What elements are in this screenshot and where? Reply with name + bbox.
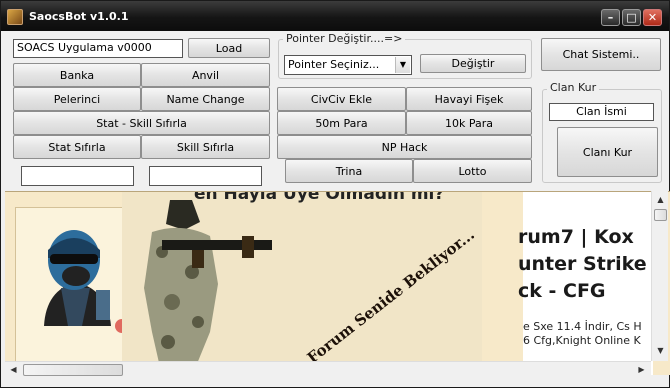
fisek-button[interactable]: Havayi Fişek xyxy=(406,87,532,111)
web-banner: en Hayla Üye Olmadın mı? a Forum Senide … xyxy=(122,192,482,375)
civciv-button[interactable]: CivCiv Ekle xyxy=(277,87,406,111)
anvil-button[interactable]: Anvil xyxy=(141,63,270,87)
para-10k-button[interactable]: 10k Para xyxy=(406,111,532,135)
scroll-up-icon[interactable]: ▲ xyxy=(653,192,668,207)
app-icon xyxy=(7,9,23,25)
vertical-scroll-thumb[interactable] xyxy=(654,209,667,221)
close-button[interactable]: ✕ xyxy=(643,9,662,26)
forum-subtitle: e Sxe 11.4 İndir, Cs H 6 Cfg,Knight Onli… xyxy=(523,320,642,348)
maximize-button[interactable]: □ xyxy=(622,9,641,26)
title-bar: SaocsBot v1.0.1 – □ ✕ xyxy=(1,1,669,31)
banka-button[interactable]: Banka xyxy=(13,63,141,87)
app-name-field[interactable]: SOACS Uygulama v0000 xyxy=(13,39,183,58)
name-change-button[interactable]: Name Change xyxy=(141,87,270,111)
skill-reset-button[interactable]: Skill Sıfırla xyxy=(141,135,270,159)
forum-title: rum7 | Kox unter Strike ck - CFG xyxy=(518,224,647,305)
scroll-down-icon[interactable]: ▼ xyxy=(653,343,668,358)
banner-diagonal-text: a Forum Senide Bekliyor... xyxy=(292,225,478,375)
soldier-image xyxy=(144,200,272,375)
chat-system-button[interactable]: Chat Sistemi.. xyxy=(541,38,661,71)
forum-subtitle-line: e Sxe 11.4 İndir, Cs H xyxy=(523,320,642,333)
input-field-1[interactable] xyxy=(21,166,134,186)
scroll-right-icon[interactable]: ▶ xyxy=(634,362,649,377)
load-button[interactable]: Load xyxy=(188,38,270,58)
pointer-select[interactable]: Pointer Seçiniz... ▼ xyxy=(284,55,412,75)
web-view[interactable]: en Hayla Üye Olmadın mı? a Forum Senide … xyxy=(5,191,670,375)
stat-skill-reset-button[interactable]: Stat - Skill Sıfırla xyxy=(13,111,270,135)
clan-name-field[interactable]: Clan İsmi xyxy=(549,103,654,121)
create-clan-button[interactable]: Clanı Kur xyxy=(557,127,658,177)
forum-title-line: ck - CFG xyxy=(518,280,606,302)
avatar-icon xyxy=(44,230,129,333)
stat-reset-button[interactable]: Stat Sıfırla xyxy=(13,135,141,159)
forum-title-line: unter Strike xyxy=(518,253,647,275)
horizontal-scroll-thumb[interactable] xyxy=(23,364,123,376)
para-50m-button[interactable]: 50m Para xyxy=(277,111,406,135)
app-window: SaocsBot v1.0.1 – □ ✕ SOACS Uygulama v00… xyxy=(0,0,670,388)
scroll-left-icon[interactable]: ◀ xyxy=(6,362,21,377)
input-field-2[interactable] xyxy=(149,166,262,186)
web-left-panel xyxy=(15,207,129,375)
np-hack-button[interactable]: NP Hack xyxy=(277,135,532,159)
clan-group-title: Clan Kur xyxy=(547,81,600,94)
lotto-button[interactable]: Lotto xyxy=(413,159,532,183)
vertical-scrollbar[interactable]: ▲ ▼ xyxy=(651,191,668,361)
forum-subtitle-line: 6 Cfg,Knight Online K xyxy=(523,334,641,347)
trina-button[interactable]: Trina xyxy=(285,159,413,183)
pointer-group-title: Pointer Değiştir....=> xyxy=(283,32,406,45)
chevron-down-icon[interactable]: ▼ xyxy=(395,57,410,73)
pelerinci-button[interactable]: Pelerinci xyxy=(13,87,141,111)
pointer-select-value: Pointer Seçiniz... xyxy=(288,58,380,71)
horizontal-scrollbar[interactable]: ◀ ▶ xyxy=(5,361,651,377)
forum-title-line: rum7 | Kox xyxy=(518,226,634,248)
change-pointer-button[interactable]: Değiştir xyxy=(420,54,526,73)
minimize-button[interactable]: – xyxy=(601,9,620,26)
window-title: SaocsBot v1.0.1 xyxy=(29,10,129,23)
